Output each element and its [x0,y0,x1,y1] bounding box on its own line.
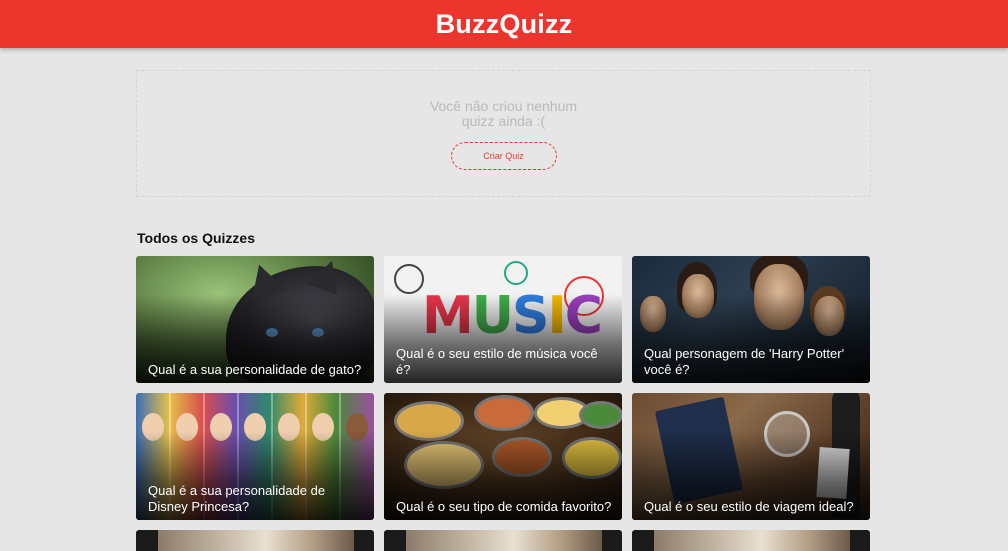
app-header: BuzzQuizz [0,0,1008,48]
quiz-card-harry-potter[interactable]: Qual personagem de 'Harry Potter' você é… [632,256,870,383]
quiz-grid: Qual é a sua personalidade de gato? MUSI… [136,256,871,551]
quiz-card-travel[interactable]: Qual é o seu estilo de viagem ideal? [632,393,870,520]
quiz-card-disney[interactable]: Qual é a sua personalidade de Disney Pri… [136,393,374,520]
quiz-card-partial[interactable] [632,530,870,551]
all-quizzes-heading: Todos os Quizzes [137,230,255,246]
quiz-card-partial[interactable] [136,530,374,551]
app-logo[interactable]: BuzzQuizz [436,9,573,40]
quiz-title: Qual é o seu estilo de viagem ideal? [644,499,854,514]
quiz-title: Qual é a sua personalidade de gato? [148,362,362,377]
my-quizzes-empty-state: Você não criou nenhum quizz ainda :( Cri… [136,70,871,197]
quiz-card-food[interactable]: Qual é o seu tipo de comida favorito? [384,393,622,520]
quiz-card-partial[interactable] [384,530,622,551]
quiz-title: Qual é a sua personalidade de Disney Pri… [148,483,326,514]
quiz-title: Qual é o seu tipo de comida favorito? [396,499,612,514]
quiz-card-cat[interactable]: Qual é a sua personalidade de gato? [136,256,374,383]
quiz-title: Qual personagem de 'Harry Potter' você é… [644,346,845,377]
create-quiz-button[interactable]: Criar Quiz [450,142,557,170]
quiz-card-music[interactable]: MUSIC Qual é o seu estilo de música você… [384,256,622,383]
empty-message: Você não criou nenhum quizz ainda :( [429,98,578,129]
quiz-title: Qual é o seu estilo de música você é? [396,346,598,377]
